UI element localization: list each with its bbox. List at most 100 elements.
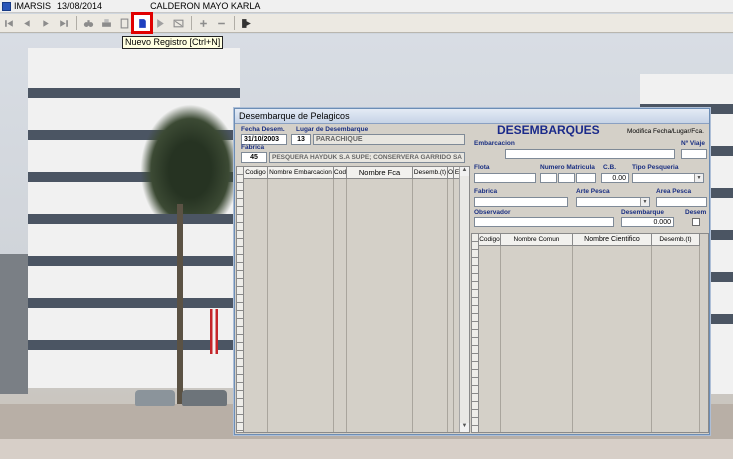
add-button[interactable] bbox=[195, 15, 211, 31]
col-divider bbox=[572, 246, 573, 432]
copy-button[interactable] bbox=[116, 15, 132, 31]
palm-trunk bbox=[177, 204, 183, 404]
save-button[interactable] bbox=[152, 15, 168, 31]
col-header-codigo-right[interactable]: Codigo bbox=[479, 234, 501, 246]
window-title: Desembarque de Pelagicos bbox=[235, 109, 709, 124]
col-header-codigo[interactable]: Codigo bbox=[244, 167, 268, 179]
arte-pesca-label: Arte Pesca bbox=[576, 188, 610, 195]
matricula-field-1[interactable] bbox=[540, 173, 557, 183]
fabrica-code-field[interactable]: 45 bbox=[241, 152, 267, 163]
desembarque-window: Desembarque de Pelagicos Fecha Desem. Lu… bbox=[234, 108, 710, 435]
desembarque-field[interactable]: 0.000 bbox=[621, 217, 674, 227]
add-icon bbox=[199, 19, 207, 27]
chevron-down-icon[interactable]: ▼ bbox=[640, 198, 649, 206]
remove-icon bbox=[217, 22, 225, 24]
toolbar-separator bbox=[76, 16, 77, 30]
fabrica-field-right[interactable] bbox=[474, 197, 568, 207]
car-icon bbox=[135, 390, 175, 406]
exit-icon bbox=[241, 18, 251, 28]
exit-button[interactable] bbox=[238, 15, 254, 31]
observador-field[interactable] bbox=[474, 217, 614, 227]
desembarques-heading: DESEMBARQUES bbox=[497, 123, 600, 137]
arte-pesca-select[interactable] bbox=[576, 197, 650, 207]
col-divider bbox=[346, 179, 347, 432]
first-record-button[interactable] bbox=[1, 15, 17, 31]
col-divider bbox=[447, 179, 448, 432]
building-shadow bbox=[0, 254, 28, 394]
col-header-desemb[interactable]: Desemb.(t) bbox=[413, 167, 448, 179]
flag-icon bbox=[210, 309, 218, 354]
area-pesca-field[interactable] bbox=[656, 197, 707, 207]
row-selector-column[interactable] bbox=[472, 234, 479, 432]
embarcacion-label: Embarcacion bbox=[474, 140, 515, 147]
last-icon bbox=[59, 19, 68, 27]
app-name: IMARSIS bbox=[14, 1, 52, 11]
col-divider bbox=[699, 246, 700, 432]
desembarque-label: Desembarque bbox=[621, 209, 664, 216]
scroll-down-icon[interactable]: ▼ bbox=[460, 423, 469, 432]
desem-checkbox[interactable] bbox=[692, 218, 700, 226]
prev-record-button[interactable] bbox=[19, 15, 35, 31]
app-icon bbox=[2, 1, 11, 11]
lugar-code-field[interactable]: 13 bbox=[291, 134, 311, 145]
fabrica-label: Fabrica bbox=[241, 144, 265, 151]
save-icon bbox=[156, 18, 164, 28]
modifica-label: Modifica Fecha/Lugar/Fca. bbox=[627, 128, 704, 135]
copy-icon bbox=[120, 18, 128, 28]
tipo-pesqueria-label: Tipo Pesqueria bbox=[632, 164, 679, 171]
row-selector-column[interactable] bbox=[237, 167, 244, 432]
left-grid-scrollbar[interactable]: ▲ ▼ bbox=[459, 167, 469, 432]
col-divider bbox=[500, 246, 501, 432]
col-divider bbox=[333, 179, 334, 432]
user-name: CALDERON MAYO KARLA bbox=[150, 1, 261, 11]
first-icon bbox=[4, 19, 13, 27]
col-header-nombre-embarcacion[interactable]: Nombre Embarcacion bbox=[268, 167, 334, 179]
lugar-label: Lugar de Desembarque bbox=[296, 126, 369, 133]
observador-label: Observador bbox=[474, 209, 511, 216]
building-left bbox=[28, 48, 240, 388]
find-button[interactable] bbox=[80, 15, 96, 31]
cb-label: C.B. bbox=[603, 164, 616, 171]
cb-field[interactable]: 0.00 bbox=[601, 173, 629, 183]
col-divider bbox=[453, 179, 454, 432]
area-pesca-label: Area Pesca bbox=[656, 188, 692, 195]
toolbar-separator bbox=[191, 16, 192, 30]
col-divider bbox=[651, 246, 652, 432]
col-divider bbox=[267, 179, 268, 432]
embarcaciones-grid[interactable]: Codigo Nombre Embarcacion Cod Nombre Fca… bbox=[236, 166, 470, 433]
print-button[interactable] bbox=[98, 15, 114, 31]
embarcacion-field[interactable] bbox=[505, 149, 675, 159]
flota-field[interactable] bbox=[474, 173, 536, 183]
toolbar bbox=[0, 12, 733, 34]
print-icon bbox=[101, 18, 111, 27]
flota-label: Flota bbox=[474, 164, 490, 171]
desem-label: Desem bbox=[685, 209, 707, 216]
col-divider bbox=[412, 179, 413, 432]
car-icon bbox=[182, 390, 227, 406]
matricula-field-2[interactable] bbox=[558, 173, 575, 183]
fabrica-name-field: PESQUERA HAYDUK S.A SUPE; CONSERVERA GAR… bbox=[269, 152, 465, 163]
binoculars-icon bbox=[83, 19, 93, 27]
col-header-nombre-cientifico[interactable]: Nombre Cientifico bbox=[573, 234, 652, 246]
fabrica-label-right: Fabrica bbox=[474, 188, 498, 195]
matricula-label: Numero Matricula bbox=[540, 164, 595, 171]
nviaje-label: Nº Viaje bbox=[681, 140, 705, 147]
scroll-up-icon[interactable]: ▲ bbox=[460, 167, 469, 176]
remove-button[interactable] bbox=[213, 15, 229, 31]
palm-tree-icon bbox=[140, 104, 240, 214]
col-header-nombre-fca[interactable]: Nombre Fca bbox=[347, 167, 413, 179]
next-record-button[interactable] bbox=[37, 15, 53, 31]
col-header-cod[interactable]: Cod bbox=[334, 167, 347, 179]
col-header-desemb-right[interactable]: Desemb.(t) bbox=[652, 234, 700, 246]
last-record-button[interactable] bbox=[55, 15, 71, 31]
new-record-button[interactable] bbox=[131, 12, 153, 34]
matricula-field-3[interactable] bbox=[576, 173, 596, 183]
nviaje-field[interactable] bbox=[681, 149, 707, 159]
edit-button[interactable] bbox=[170, 15, 186, 31]
next-icon bbox=[42, 19, 49, 27]
col-header-nombre-comun[interactable]: Nombre Comun bbox=[501, 234, 573, 246]
chevron-down-icon[interactable]: ▼ bbox=[694, 174, 703, 182]
sidewalk bbox=[0, 439, 733, 459]
especies-grid[interactable]: Codigo Nombre Comun Nombre Cientifico De… bbox=[471, 233, 709, 433]
title-bar: IMARSIS 13/08/2014 CALDERON MAYO KARLA bbox=[0, 0, 733, 13]
